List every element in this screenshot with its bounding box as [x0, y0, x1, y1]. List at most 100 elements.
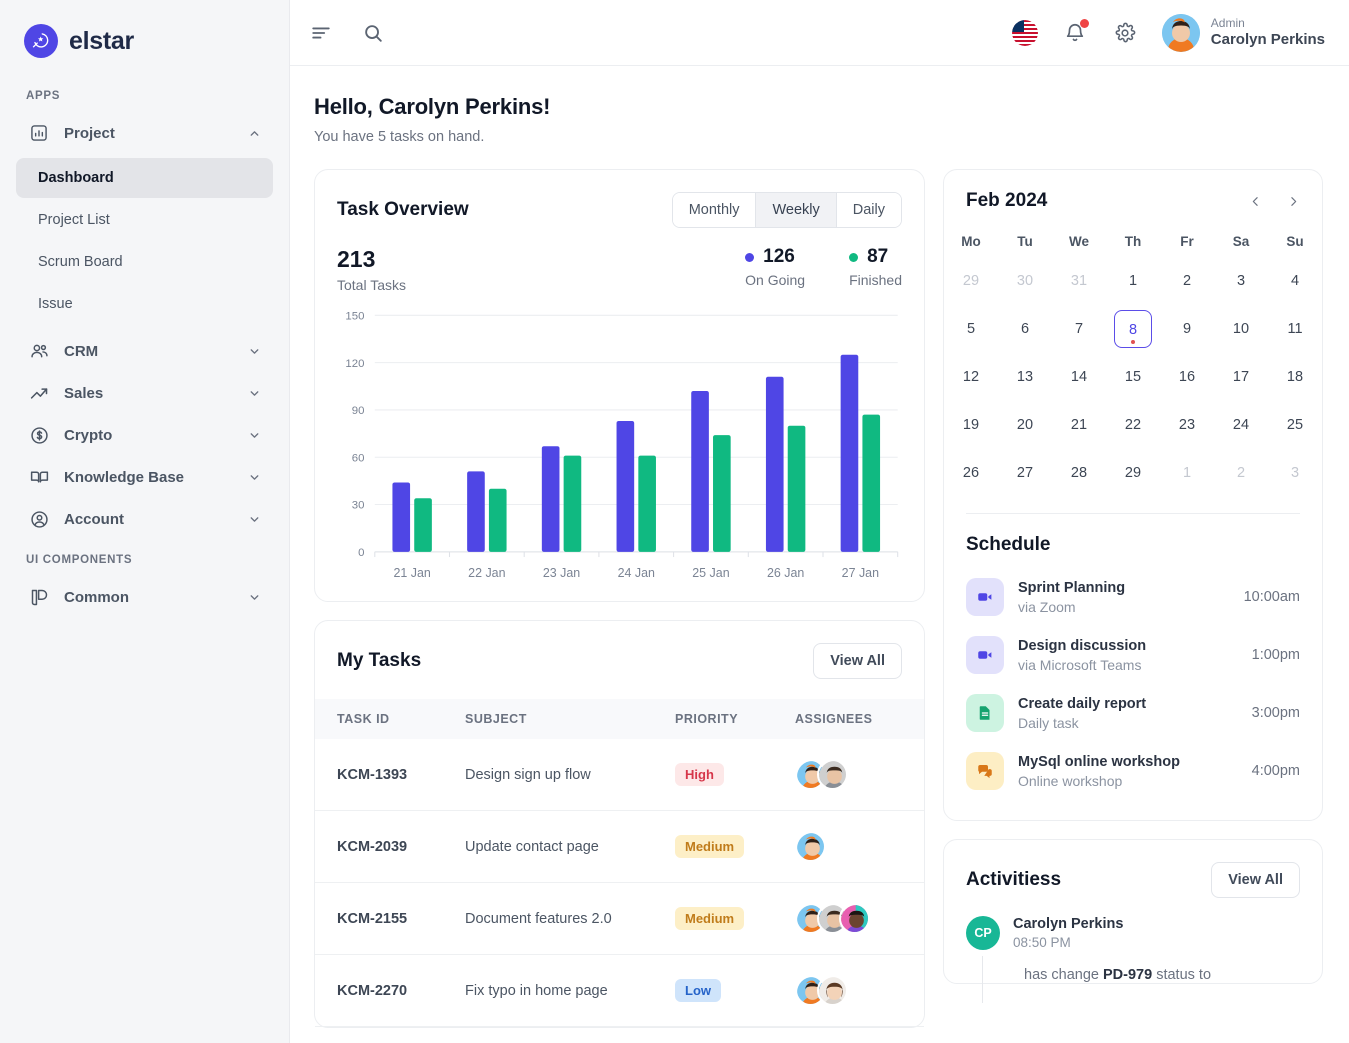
schedule-item-name: Sprint Planning	[1018, 579, 1126, 596]
sidebar-item-account[interactable]: Account	[16, 498, 273, 540]
table-row[interactable]: KCM-2270 Fix typo in home page Low	[315, 954, 924, 1028]
calendar-day-today[interactable]: 8	[1114, 310, 1152, 348]
calendar-day[interactable]: 21	[1060, 406, 1098, 444]
activity-avatar: CP	[966, 916, 1000, 950]
chevron-left-icon[interactable]	[1246, 192, 1264, 210]
search-icon[interactable]	[360, 20, 386, 46]
calendar-cell: 20	[998, 401, 1052, 449]
calendar-day[interactable]: 27	[1006, 454, 1044, 492]
calendar-day[interactable]: 26	[952, 454, 990, 492]
chevron-down-icon	[247, 470, 261, 484]
calendar-day[interactable]: 23	[1168, 406, 1206, 444]
schedule-item[interactable]: MySql online workshop Online workshop 4:00…	[966, 742, 1300, 800]
calendar-day[interactable]: 2	[1222, 454, 1260, 492]
us-flag-icon[interactable]	[1011, 19, 1038, 46]
calendar-day[interactable]: 12	[952, 358, 990, 396]
gear-icon[interactable]	[1112, 20, 1138, 46]
table-row[interactable]: KCM-1393 Design sign up flow High	[315, 739, 924, 812]
calendar-day[interactable]: 5	[952, 310, 990, 348]
tab-daily[interactable]: Daily	[836, 193, 901, 227]
calendar-day[interactable]: 17	[1222, 358, 1260, 396]
ongoing-value: 126	[763, 246, 795, 267]
calendar-day[interactable]: 18	[1276, 358, 1314, 396]
cell-priority: Low	[665, 954, 785, 1028]
cell-assignees	[785, 739, 924, 812]
bar	[713, 435, 731, 552]
sidebar-item-knowledge-base[interactable]: Knowledge Base	[16, 456, 273, 498]
cell-task-id: KCM-1393	[315, 739, 455, 812]
dashboard-columns: Task Overview Monthly Weekly Daily 213 T…	[314, 169, 1323, 1029]
calendar-day[interactable]: 29	[952, 262, 990, 300]
calendar-day[interactable]: 24	[1222, 406, 1260, 444]
table-row[interactable]: KCM-2155 Document features 2.0 Medium	[315, 882, 924, 956]
bar	[862, 414, 881, 552]
calendar-day[interactable]: 13	[1006, 358, 1044, 396]
sidebar-item-project-list[interactable]: Project List	[16, 200, 273, 240]
task-id: KCM-2039	[337, 838, 408, 855]
calendar-weekday: Fr	[1180, 234, 1194, 249]
schedule-item[interactable]: Sprint Planning via Zoom 10:00am	[966, 568, 1300, 626]
tab-weekly[interactable]: Weekly	[756, 193, 837, 227]
activities-view-all-button[interactable]: View All	[1211, 862, 1300, 898]
schedule-item[interactable]: Create daily report Daily task 3:00pm	[966, 684, 1300, 742]
task-overview-header: Task Overview Monthly Weekly Daily	[315, 170, 924, 228]
activities-title: Activitiess	[966, 869, 1062, 890]
task-subject: Document features 2.0	[465, 910, 612, 927]
calendar-day[interactable]: 11	[1276, 310, 1314, 348]
calendar-cell: 8	[1106, 305, 1160, 353]
calendar-day[interactable]: 22	[1114, 406, 1152, 444]
calendar-day[interactable]: 9	[1168, 310, 1206, 348]
bell-icon[interactable]	[1062, 18, 1089, 46]
task-subject: Fix typo in home page	[465, 982, 608, 999]
calendar-day[interactable]: 1	[1168, 454, 1206, 492]
cell-priority: High	[665, 739, 785, 812]
calendar-day[interactable]: 30	[1006, 262, 1044, 300]
my-tasks-table: TASK ID SUBJECT PRIORITY ASSIGNEES KCM-1…	[315, 699, 924, 1028]
calendar-day[interactable]: 31	[1060, 262, 1098, 300]
sidebar-item-scrum-board[interactable]: Scrum Board	[16, 242, 273, 282]
my-tasks-view-all-button[interactable]: View All	[813, 643, 902, 680]
calendar-day[interactable]: 28	[1060, 454, 1098, 492]
schedule-item[interactable]: Design discussion via Microsoft Teams 1:00…	[966, 626, 1300, 684]
tab-monthly[interactable]: Monthly	[672, 193, 757, 227]
sidebar-item-issue[interactable]: Issue	[16, 284, 273, 324]
hamburger-menu-icon[interactable]	[308, 20, 334, 46]
calendar-day[interactable]: 15	[1114, 358, 1152, 396]
chevron-right-icon[interactable]	[1284, 192, 1302, 210]
table-row[interactable]: KCM-2039 Update contact page Medium	[315, 810, 924, 884]
sidebar-item-crm[interactable]: CRM	[16, 330, 273, 372]
calendar-day[interactable]: 19	[952, 406, 990, 444]
calendar-day[interactable]: 25	[1276, 406, 1314, 444]
calendar-weekday: Th	[1124, 234, 1142, 249]
sidebar-item-sales[interactable]: Sales	[16, 372, 273, 414]
brand-logo[interactable]: elstar	[0, 0, 289, 66]
video-camera-icon	[966, 636, 1004, 674]
calendar-day[interactable]: 1	[1114, 262, 1152, 300]
calendar-day[interactable]: 10	[1222, 310, 1260, 348]
calendar-day[interactable]: 6	[1006, 310, 1044, 348]
sidebar-item-dashboard[interactable]: Dashboard	[16, 158, 273, 198]
calendar-day[interactable]: 4	[1276, 262, 1314, 300]
calendar-day[interactable]: 3	[1276, 454, 1314, 492]
calendar-cell: 19	[944, 401, 998, 449]
calendar-cell: 2	[1214, 449, 1268, 497]
calendar-day[interactable]: 3	[1222, 262, 1260, 300]
user-name: Carolyn Perkins	[1210, 30, 1325, 48]
y-axis-tick-label: 30	[352, 500, 365, 512]
calendar-day[interactable]: 16	[1168, 358, 1206, 396]
calendar-day[interactable]: 20	[1006, 406, 1044, 444]
sidebar-item-crypto[interactable]: Crypto	[16, 414, 273, 456]
sidebar-item-common[interactable]: Common	[16, 576, 273, 618]
calendar-cell: 16	[1160, 353, 1214, 401]
calendar-day[interactable]: 7	[1060, 310, 1098, 348]
avatar	[1161, 13, 1200, 52]
sidebar-item-project[interactable]: Project	[16, 112, 273, 154]
calendar-day[interactable]: 14	[1060, 358, 1098, 396]
document-icon	[966, 694, 1004, 732]
calendar-day[interactable]: 29	[1114, 454, 1152, 492]
y-axis-tick-label: 120	[345, 358, 364, 370]
calendar-day[interactable]: 2	[1168, 262, 1206, 300]
task-overview-title: Task Overview	[337, 199, 469, 220]
my-tasks-table-head: TASK ID SUBJECT PRIORITY ASSIGNEES	[315, 699, 924, 740]
user-menu[interactable]: Admin Carolyn Perkins	[1161, 13, 1325, 52]
